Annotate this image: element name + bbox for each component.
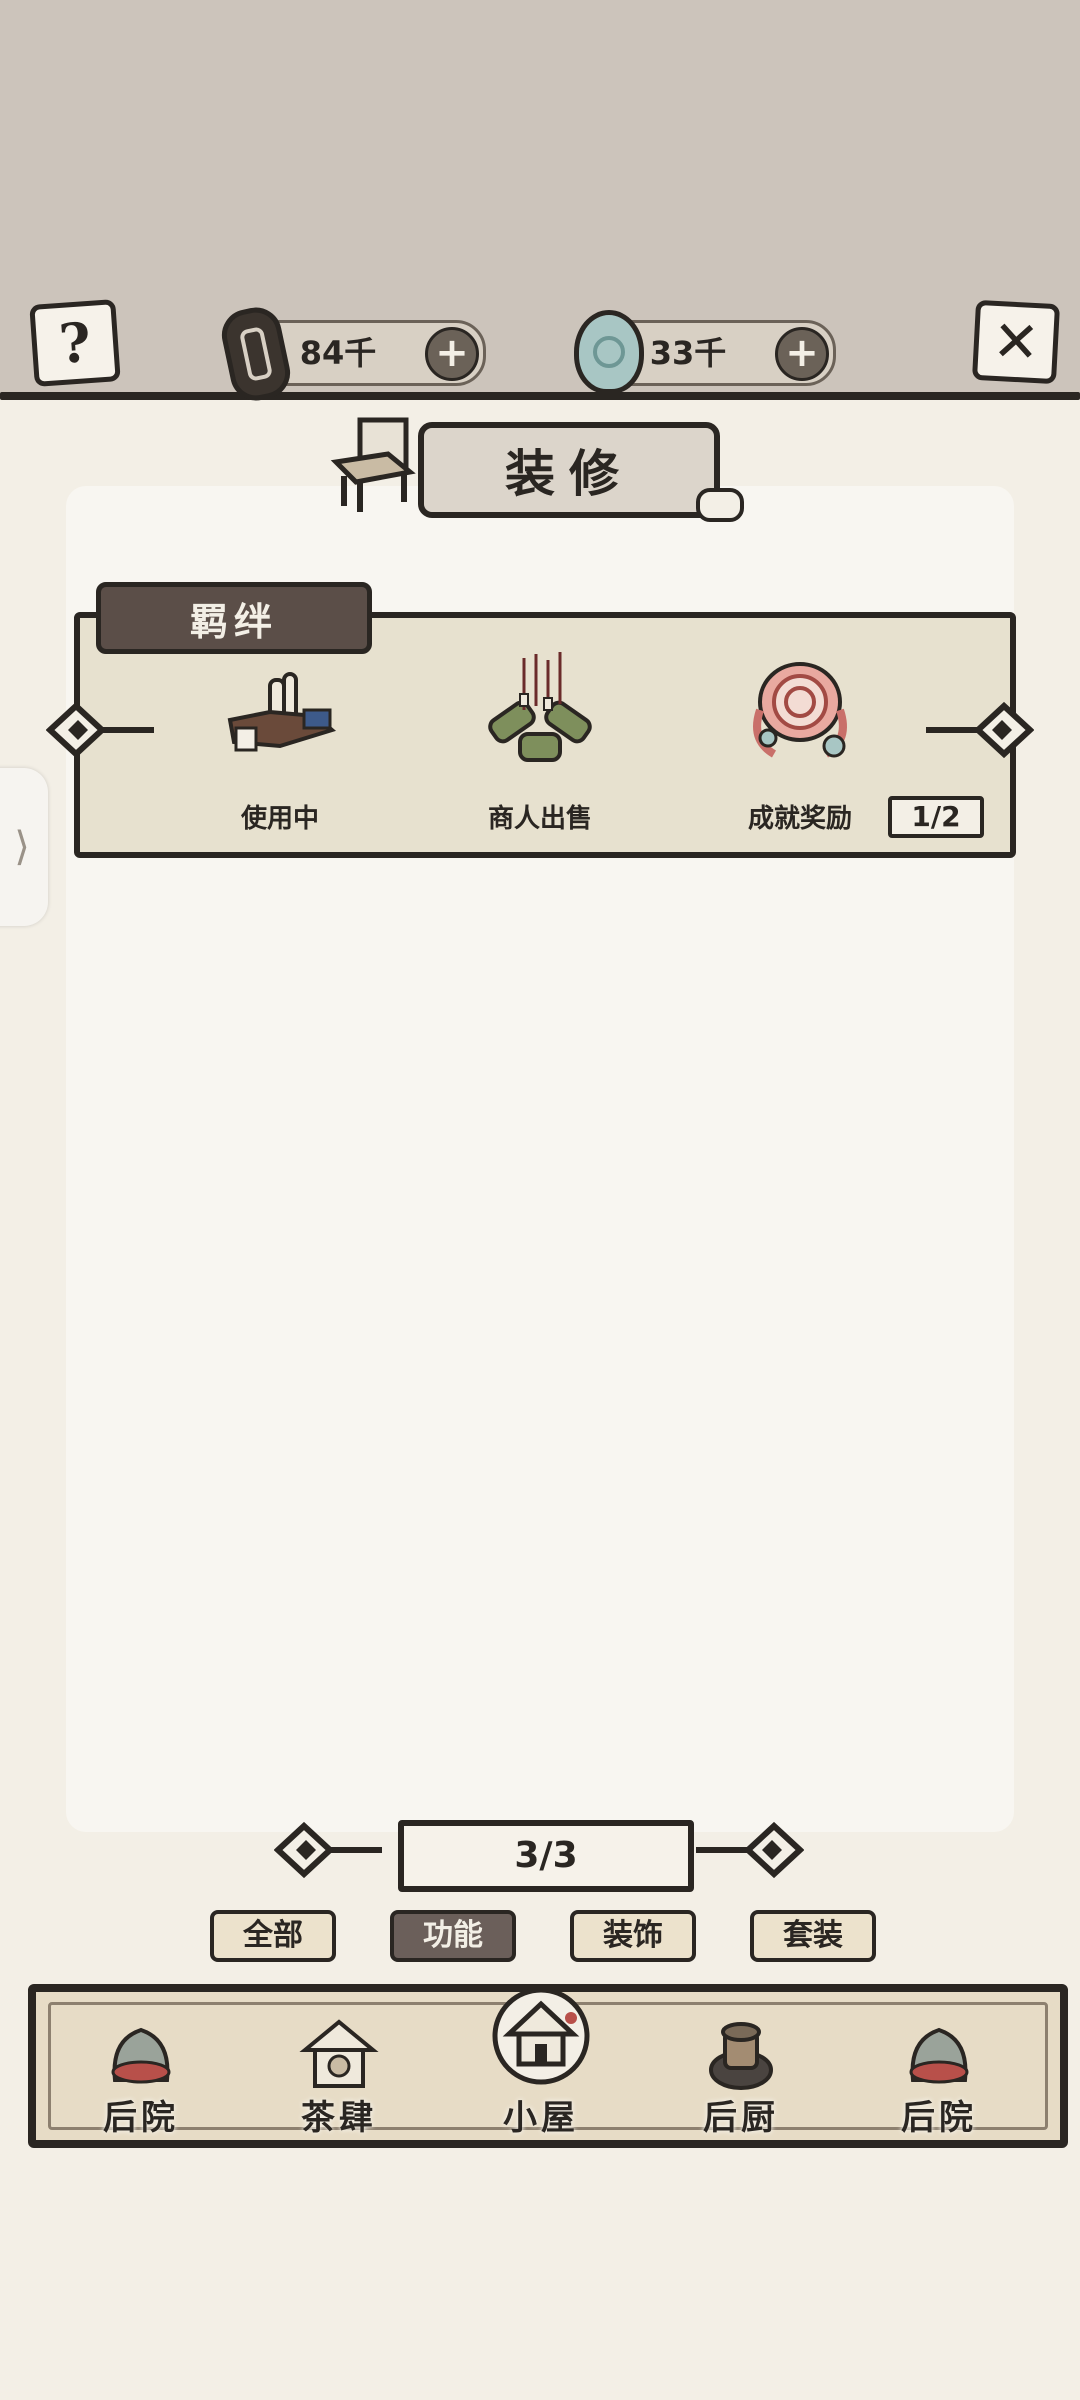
page-counter: 3/3 xyxy=(398,1820,694,1892)
bond-next-arrow-icon[interactable] xyxy=(924,700,1034,760)
swirl-ornament-icon xyxy=(753,662,847,758)
filter-set[interactable]: 套装 xyxy=(750,1910,876,1962)
prev-page-arrow-icon[interactable] xyxy=(274,1820,384,1880)
next-page-arrow-icon[interactable] xyxy=(694,1820,804,1880)
add-copper-button[interactable]: + xyxy=(425,327,479,381)
question-icon: ? xyxy=(56,309,94,377)
add-jade-button[interactable]: + xyxy=(775,327,829,381)
top-band xyxy=(0,0,1080,398)
filter-function[interactable]: 功能 xyxy=(390,1910,516,1962)
backyard-icon xyxy=(111,2027,171,2084)
nav-teahouse[interactable]: 茶肆 xyxy=(264,1990,414,2140)
bond-item-merchant[interactable]: 商人出售 xyxy=(450,650,630,834)
nav-label: 小屋 xyxy=(503,2098,579,2138)
bond-item-achievement[interactable]: 成就奖励 xyxy=(710,650,890,834)
nav-cottage[interactable]: 小屋 xyxy=(466,1987,616,2140)
bond-tab-label: 羁绊 xyxy=(189,598,278,644)
nav-kitchen[interactable]: 后厨 xyxy=(666,1990,816,2140)
bond-item-label: 商人出售 xyxy=(487,804,592,834)
close-icon: ✕ xyxy=(990,308,1042,376)
bond-item-label: 使用中 xyxy=(240,804,319,834)
chair-icon xyxy=(330,417,416,512)
nav-backyard-left[interactable]: 后院 xyxy=(66,1990,216,2140)
scroll-set-icon xyxy=(227,672,337,752)
filter-decoration[interactable]: 装饰 xyxy=(570,1910,696,1962)
top-divider xyxy=(0,392,1080,400)
kitchen-icon xyxy=(709,2022,773,2090)
bond-item-label: 成就奖励 xyxy=(747,804,852,834)
chevron-right-icon: ⟩ xyxy=(14,824,30,870)
bamboo-chime-icon xyxy=(488,652,592,762)
bond-page-indicator: 1/2 xyxy=(888,796,984,838)
side-drawer-handle[interactable]: ⟩ xyxy=(0,768,48,926)
bond-tab[interactable]: 羁绊 xyxy=(96,582,372,654)
cottage-icon xyxy=(492,1987,590,2085)
jade-icon xyxy=(574,310,644,394)
filter-all[interactable]: 全部 xyxy=(210,1910,336,1962)
bond-prev-arrow-icon[interactable] xyxy=(46,700,156,760)
nav-label: 后厨 xyxy=(703,2098,779,2138)
page-title-text: 装修 xyxy=(505,444,633,503)
backyard-icon xyxy=(909,2027,969,2084)
teahouse-icon xyxy=(299,2019,379,2088)
bond-item-in-use[interactable]: 使用中 xyxy=(190,650,370,834)
nav-label: 后院 xyxy=(901,2098,977,2138)
page-title: 装修 xyxy=(418,422,744,522)
nav-label: 后院 xyxy=(103,2098,179,2138)
help-button[interactable]: ? xyxy=(29,299,121,387)
nav-label: 茶肆 xyxy=(301,2098,377,2138)
nav-backyard-right[interactable]: 后院 xyxy=(864,1990,1014,2140)
close-button[interactable]: ✕ xyxy=(971,299,1061,385)
